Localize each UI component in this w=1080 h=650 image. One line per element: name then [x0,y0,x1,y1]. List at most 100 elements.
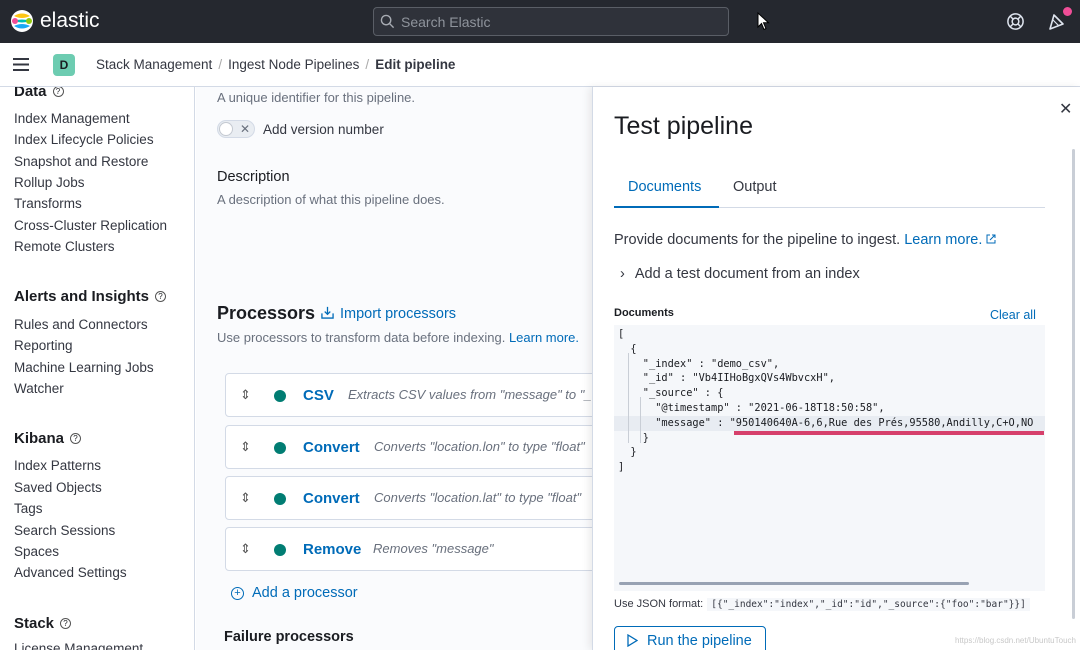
import-processors-button[interactable]: Import processors [321,306,456,322]
processors-title: Processors [217,303,315,324]
space-avatar[interactable]: D [53,54,75,76]
sidebar-item-ml-jobs[interactable]: Machine Learning Jobs [14,360,154,375]
drag-handle-icon[interactable]: ⇕ [240,439,251,455]
tab-documents[interactable]: Documents [628,179,701,195]
sidebar-section-stack: Stack? [14,615,71,632]
clear-all-button[interactable]: Clear all [990,308,1036,322]
drag-handle-icon[interactable]: ⇕ [240,541,251,557]
check-circle-icon [274,493,286,505]
failure-processors-title: Failure processors [224,629,354,645]
test-pipeline-flyout: ✕ Test pipeline Documents Output Provide… [592,87,1080,650]
sidebar-item-ccr[interactable]: Cross-Cluster Replication [14,218,167,233]
brand-name[interactable]: elastic [40,9,100,33]
external-link-icon [986,234,996,244]
processor-name[interactable]: Convert [303,439,360,456]
processor-row[interactable]: ⇕ Convert Converts "location.lat" to typ… [225,476,592,520]
check-circle-icon [274,544,286,556]
play-icon [627,634,638,647]
drag-handle-icon[interactable]: ⇕ [240,387,251,403]
name-help-text: A unique identifier for this pipeline. [217,90,415,105]
search-input[interactable] [401,8,721,35]
processor-description: Removes "message" [373,541,494,556]
search-icon [380,14,395,29]
top-nav-bar: elastic [0,0,1080,43]
processors-learn-more-link[interactable]: Learn more. [509,330,579,345]
management-sidebar: Data? Index Management Index Lifecycle P… [0,87,195,650]
plus-circle-icon: + [231,587,244,600]
sidebar-item-rollup-jobs[interactable]: Rollup Jobs [14,175,85,190]
notification-dot [1063,7,1072,16]
help-circle-icon[interactable]: ? [53,87,64,97]
help-circle-icon[interactable]: ? [70,433,81,444]
sidebar-item-license-management[interactable]: License Management [14,641,143,650]
processor-description: Converts "location.lat" to type "float" [374,490,581,505]
sidebar-item-spaces[interactable]: Spaces [14,544,59,559]
breadcrumb-header: D Stack Management/Ingest Node Pipelines… [0,43,1080,87]
check-circle-icon [274,442,286,454]
annotation-underline [734,431,1044,435]
provide-documents-text: Provide documents for the pipeline to in… [614,232,996,248]
sidebar-item-remote-clusters[interactable]: Remote Clusters [14,239,115,254]
sidebar-item-transforms[interactable]: Transforms [14,196,82,211]
sidebar-section-data: Data? [14,87,64,100]
sidebar-item-index-management[interactable]: Index Management [14,111,130,126]
mouse-cursor-icon [757,12,770,31]
run-pipeline-button[interactable]: Run the pipeline [614,626,766,650]
processor-row[interactable]: ⇕ CSV Extracts CSV values from "message"… [225,373,592,417]
breadcrumb-edit-pipeline: Edit pipeline [375,57,455,72]
breadcrumb: Stack Management/Ingest Node Pipelines/E… [96,57,455,72]
flyout-title: Test pipeline [614,112,753,141]
global-search[interactable] [373,7,729,36]
chevron-right-icon: › [620,266,625,282]
sidebar-item-ilm[interactable]: Index Lifecycle Policies [14,132,154,147]
sidebar-item-rules-connectors[interactable]: Rules and Connectors [14,317,148,332]
close-icon[interactable]: ✕ [1059,99,1072,119]
processor-description: Extracts CSV values from "message" to "_ [348,387,592,402]
version-toggle[interactable]: ✕ [217,120,255,138]
sidebar-item-advanced-settings[interactable]: Advanced Settings [14,565,127,580]
elastic-logo-icon[interactable] [10,9,34,33]
processor-row[interactable]: ⇕ Convert Converts "location.lon" to typ… [225,425,592,469]
documents-json: [ { "_index" : "demo_csv", "_id" : "Vb4I… [618,327,1033,475]
json-format-example: [{"_index":"index","_id":"id","_source":… [707,598,1030,611]
sidebar-item-watcher[interactable]: Watcher [14,381,64,396]
drag-handle-icon[interactable]: ⇕ [240,490,251,506]
sidebar-section-alerts: Alerts and Insights? [14,288,166,305]
flyout-scrollbar[interactable] [1072,149,1075,619]
sidebar-item-saved-objects[interactable]: Saved Objects [14,480,102,495]
add-processor-button[interactable]: +Add a processor [231,585,358,601]
active-tab-indicator [614,206,719,208]
breadcrumb-stack-management[interactable]: Stack Management [96,57,212,72]
processor-name[interactable]: CSV [303,387,334,404]
processor-name[interactable]: Convert [303,490,360,507]
json-format-hint: Use JSON format:[{"_index":"index","_id"… [614,598,1030,610]
learn-more-link[interactable]: Learn more. [904,232,996,248]
sidebar-section-kibana: Kibana? [14,430,81,447]
hamburger-menu-icon[interactable] [13,58,29,71]
pipeline-edit-form: A unique identifier for this pipeline. ✕… [196,87,592,650]
documents-code-editor[interactable]: [ { "_index" : "demo_csv", "_id" : "Vb4I… [614,325,1045,591]
processor-name[interactable]: Remove [303,541,361,558]
processor-description: Converts "location.lon" to type "float" [374,439,585,454]
flyout-tabs: Documents Output [614,175,1045,208]
description-label: Description [217,169,290,185]
toggle-knob [219,122,233,136]
add-test-document-accordion[interactable]: ›Add a test document from an index [620,266,860,282]
sidebar-item-reporting[interactable]: Reporting [14,338,73,353]
sidebar-item-index-patterns[interactable]: Index Patterns [14,458,101,473]
tab-output[interactable]: Output [733,179,777,195]
help-circle-icon[interactable]: ? [155,291,166,302]
watermark: https://blog.csdn.net/UbuntuTouch [955,636,1076,645]
breadcrumb-ingest-pipelines[interactable]: Ingest Node Pipelines [228,57,359,72]
version-toggle-label: Add version number [263,122,384,137]
sidebar-item-tags[interactable]: Tags [14,501,43,516]
import-icon [321,306,334,319]
help-menu-icon[interactable] [1006,12,1025,31]
help-circle-icon[interactable]: ? [60,618,71,629]
documents-label: Documents [614,307,674,319]
sidebar-item-search-sessions[interactable]: Search Sessions [14,523,115,538]
sidebar-item-snapshot-restore[interactable]: Snapshot and Restore [14,154,148,169]
horizontal-scrollbar[interactable] [619,582,969,585]
processor-row[interactable]: ⇕ Remove Removes "message" [225,527,592,571]
check-circle-icon [274,390,286,402]
